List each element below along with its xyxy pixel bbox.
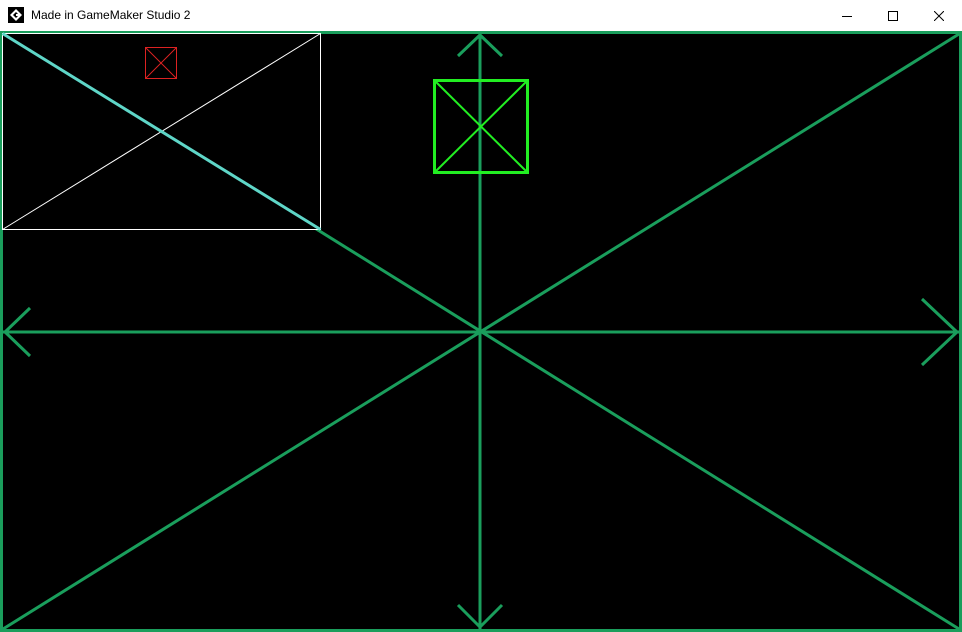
- minimize-button[interactable]: [824, 0, 870, 31]
- minimize-icon: [842, 11, 852, 21]
- close-icon: [934, 10, 944, 21]
- close-button[interactable]: [916, 0, 962, 31]
- game-window: Made in GameMaker Studio 2: [0, 0, 962, 632]
- title-bar[interactable]: Made in GameMaker Studio 2: [0, 0, 962, 31]
- gamemaker-logo-icon: [8, 7, 24, 23]
- maximize-icon: [888, 10, 898, 21]
- maximize-button[interactable]: [870, 0, 916, 31]
- game-canvas[interactable]: [0, 31, 962, 632]
- window-title: Made in GameMaker Studio 2: [31, 8, 191, 22]
